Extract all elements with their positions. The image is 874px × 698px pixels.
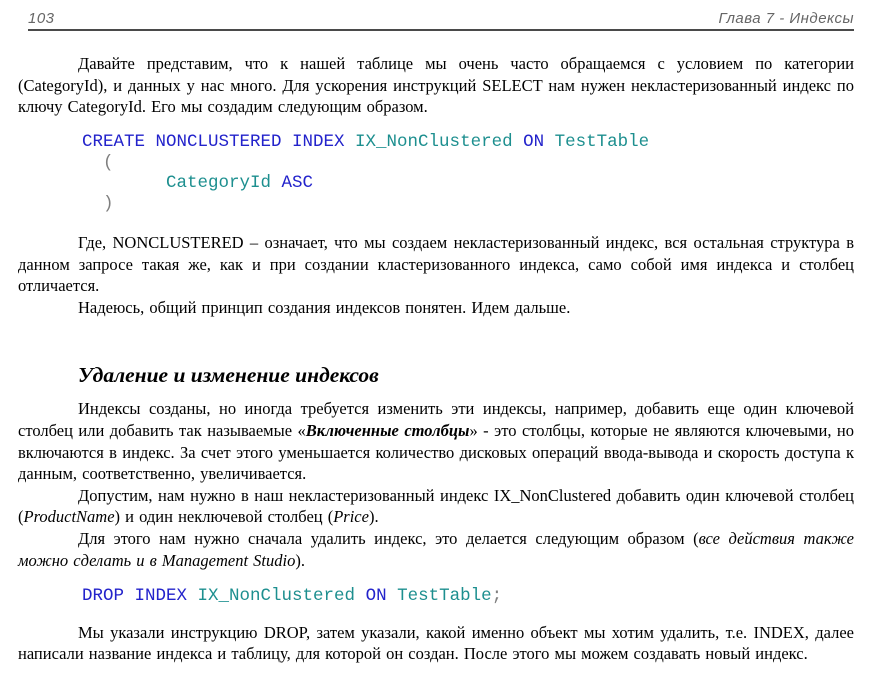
paragraph-add-columns: Допустим, нам нужно в наш некластеризова… [18, 485, 854, 528]
paragraph-transition: Надеюсь, общий принцип создания индексов… [18, 297, 854, 319]
sql-keyword: ON [366, 586, 398, 606]
sql-keyword: CREATE NONCLUSTERED INDEX [82, 132, 355, 152]
paragraph-included-columns: Индексы созданы, но иногда требуется изм… [18, 398, 854, 484]
sql-code-drop-index: DROP INDEX IX_NonClustered ON TestTable; [82, 586, 854, 607]
sql-identifier: TestTable [397, 586, 492, 606]
sql-punctuation: ; [492, 586, 503, 606]
chapter-title: Глава 7 - Индексы [718, 10, 854, 27]
paragraph-intro: Давайте представим, что к нашей таблице … [18, 53, 854, 118]
sql-punctuation: ( [82, 153, 114, 173]
sql-keyword: ASC [282, 173, 314, 193]
sql-punctuation: ) [82, 194, 114, 214]
text-segment-italic: Price [333, 507, 369, 526]
page-content: Давайте представим, что к нашей таблице … [0, 53, 874, 665]
paragraph-drop-explain: Мы указали инструкцию DROP, затем указал… [18, 622, 854, 665]
text-segment: ). [295, 551, 305, 570]
paragraph-nonclustered-explain: Где, NONCLUSTERED – означает, что мы соз… [18, 232, 854, 297]
sql-identifier: TestTable [555, 132, 650, 152]
page-number: 103 [28, 10, 55, 27]
sql-identifier: IX_NonClustered [355, 132, 523, 152]
document-page: 103 Глава 7 - Индексы Давайте представим… [0, 10, 874, 698]
text-segment-bold-italic: Включенные столбцы [306, 421, 470, 440]
page-header: 103 Глава 7 - Индексы [28, 10, 854, 31]
sql-keyword: ON [523, 132, 555, 152]
paragraph-delete-first: Для этого нам нужно сначала удалить инде… [18, 528, 854, 571]
sql-identifier: CategoryId [82, 173, 282, 193]
sql-keyword: DROP INDEX [82, 586, 198, 606]
text-segment: ) и один неключевой столбец ( [115, 507, 334, 526]
section-heading: Удаление и изменение индексов [78, 362, 854, 389]
sql-code-create-index: CREATE NONCLUSTERED INDEX IX_NonClustere… [82, 132, 854, 215]
text-segment: Для этого нам нужно сначала удалить инде… [78, 529, 699, 548]
text-segment-italic: ProductName [24, 507, 115, 526]
sql-identifier: IX_NonClustered [198, 586, 366, 606]
text-segment: ). [369, 507, 379, 526]
